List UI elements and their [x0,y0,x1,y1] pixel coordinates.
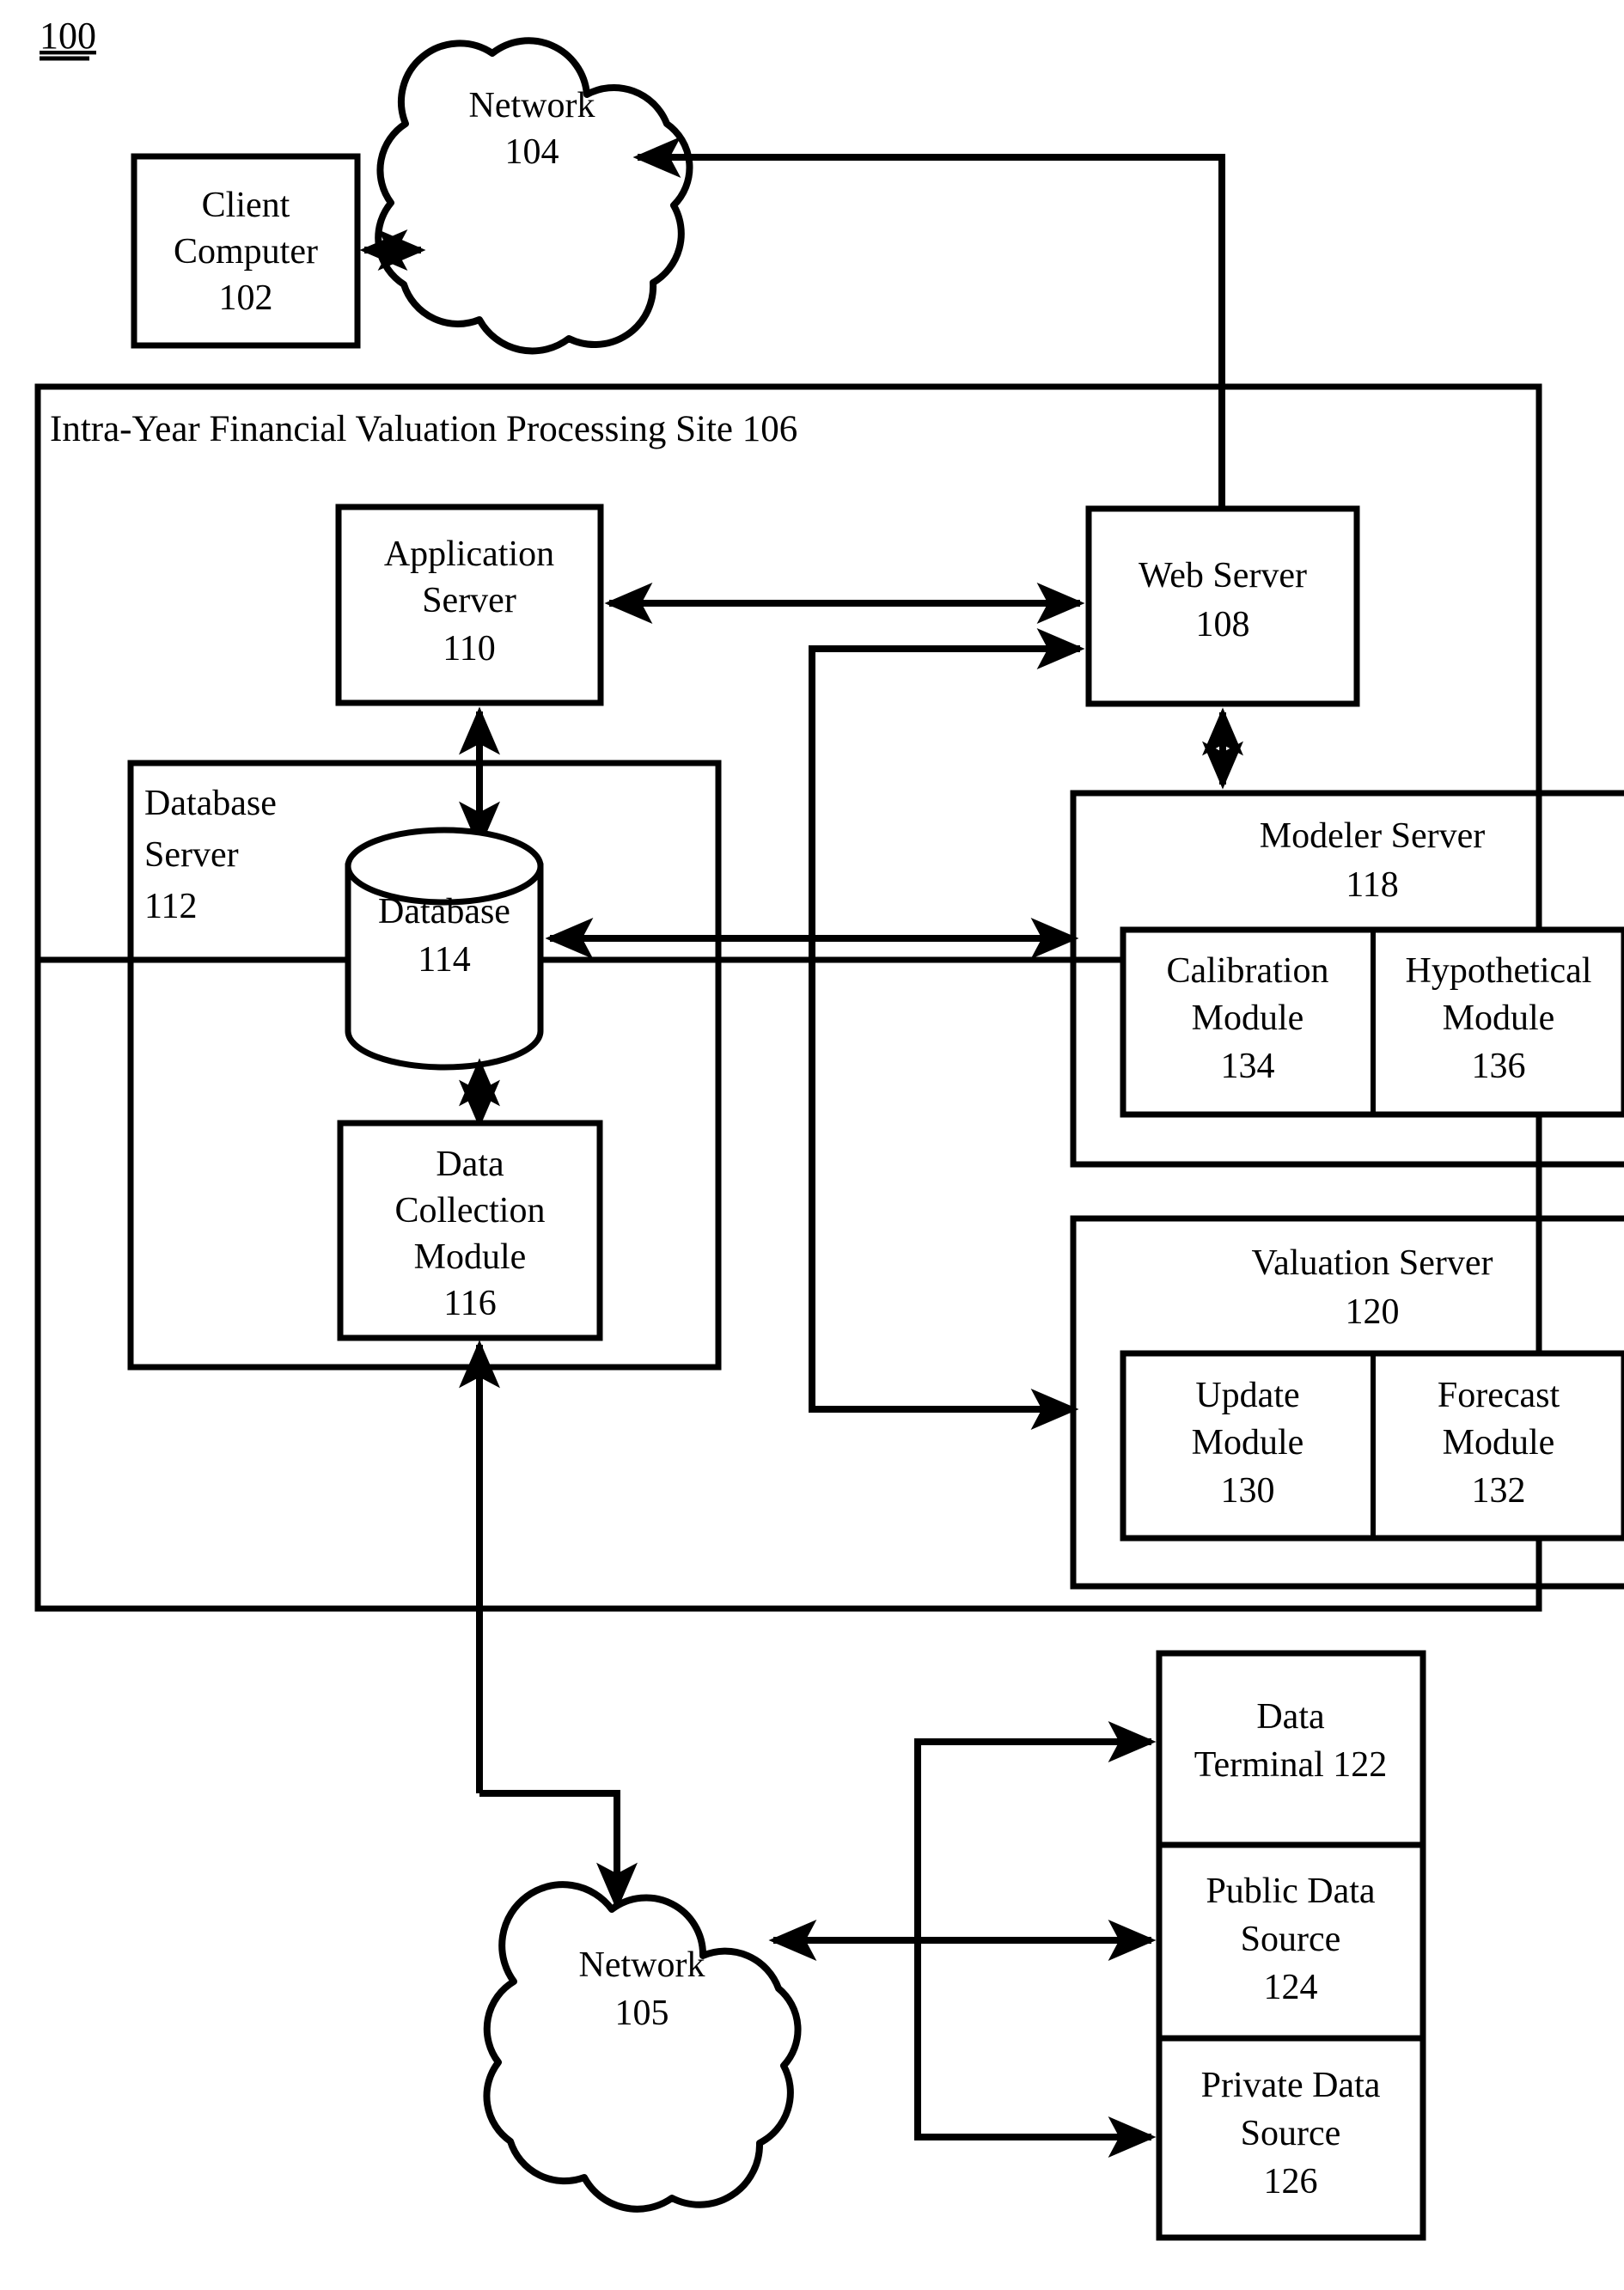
client-computer-node[interactable]: Client Computer 102 [131,153,361,349]
data-terminal-label-line2: Terminal 122 [1194,1745,1388,1785]
database-server-label-line1: Database [144,784,277,823]
application-server-label-line2: Server [422,581,516,620]
calibration-module-label-line1: Calibration [1167,951,1329,991]
network-104-label-line1: Network [469,86,595,125]
update-module-label-line2: Module [1192,1423,1304,1463]
web-server-label-line2: 108 [1196,605,1250,644]
private-data-source-node[interactable]: Private Data Source 126 [1156,2035,1426,2241]
connector-bus-to-privatedata [914,1940,1157,2158]
database-server-label-line3: 112 [144,887,197,926]
application-server-label-line3: 110 [443,629,495,669]
private-data-source-label-line2: Source [1241,2114,1341,2153]
data-collection-label-line3: Module [414,1237,527,1277]
modeler-server-label-line1: Modeler Server [1260,816,1485,856]
valuation-server-label-line1: Valuation Server [1251,1243,1493,1283]
update-module-label-line3: 130 [1221,1471,1275,1511]
data-collection-label-line2: Collection [395,1191,546,1230]
figure-canvas: 100 Client Computer 102 Network 104 Intr… [0,0,1624,2290]
network-105-cloud-shape [483,1881,802,2213]
web-server-label-line1: Web Server [1139,556,1307,595]
calibration-module-label-line3: 134 [1221,1047,1275,1086]
application-server-node[interactable]: Application Server 110 [335,504,604,706]
processing-site-title: Intra-Year Financial Valuation Processin… [50,409,797,449]
hypothetical-module-label-line1: Hypothetical [1406,951,1592,991]
client-computer-label-line2: Computer [174,232,318,272]
hypothetical-module-label-line2: Module [1443,998,1555,1038]
data-collection-module-node[interactable]: Data Collection Module 116 [337,1120,603,1341]
data-terminal-node[interactable]: Data Terminal 122 [1156,1650,1426,1848]
public-data-source-node[interactable]: Public Data Source 124 [1156,1841,1426,2042]
update-module-label-line1: Update [1195,1376,1299,1415]
public-data-source-label-line2: Source [1241,1920,1341,1959]
forecast-module-label-line1: Forecast [1438,1376,1560,1415]
calibration-module-label-line2: Module [1192,998,1304,1038]
public-data-source-label-line1: Public Data [1206,1872,1375,1911]
valuation-server-label-line2: 120 [1346,1292,1400,1332]
data-collection-label-line1: Data [436,1145,504,1184]
client-computer-label-line3: 102 [219,278,273,318]
connector-webserver-to-network104 [632,137,1225,509]
forecast-module-label-line3: 132 [1472,1471,1526,1511]
database-label-line2: 114 [418,940,470,980]
connector-webserver-bus-to-valuationserver [809,628,1085,1430]
private-data-source-label-line3: 126 [1264,2162,1318,2201]
data-collection-label-line4: 116 [443,1284,496,1323]
database-server-label-line2: Server [144,835,239,875]
forecast-module-label-line2: Module [1443,1423,1555,1463]
network-105-label-line2: 105 [615,1994,669,2033]
private-data-source-label-line1: Private Data [1201,2066,1381,2105]
client-computer-label-line1: Client [202,186,290,225]
database-node[interactable]: Database 114 [345,827,544,1071]
web-server-node[interactable]: Web Server 108 [1085,505,1360,707]
hypothetical-module-label-line3: 136 [1472,1047,1526,1086]
modeler-server-label-line2: 118 [1346,865,1398,905]
data-source-stack: Data Terminal 122 Public Data Source 124… [1156,1650,1426,2241]
figure-number: 100 [40,15,96,57]
database-label-line1: Database [378,892,510,931]
data-terminal-label-line1: Data [1256,1697,1325,1737]
network-104-node[interactable]: Network 104 [375,37,693,355]
network-104-label-line2: 104 [505,132,559,172]
network-105-node[interactable]: Network 105 [483,1881,802,2213]
connector-bus-to-dataterminal [914,1721,1157,1940]
system-architecture-diagram: 100 Client Computer 102 Network 104 Intr… [34,15,1624,2241]
application-server-label-line1: Application [384,534,554,574]
network-105-label-line1: Network [579,1945,705,1985]
public-data-source-label-line3: 124 [1264,1968,1318,2007]
